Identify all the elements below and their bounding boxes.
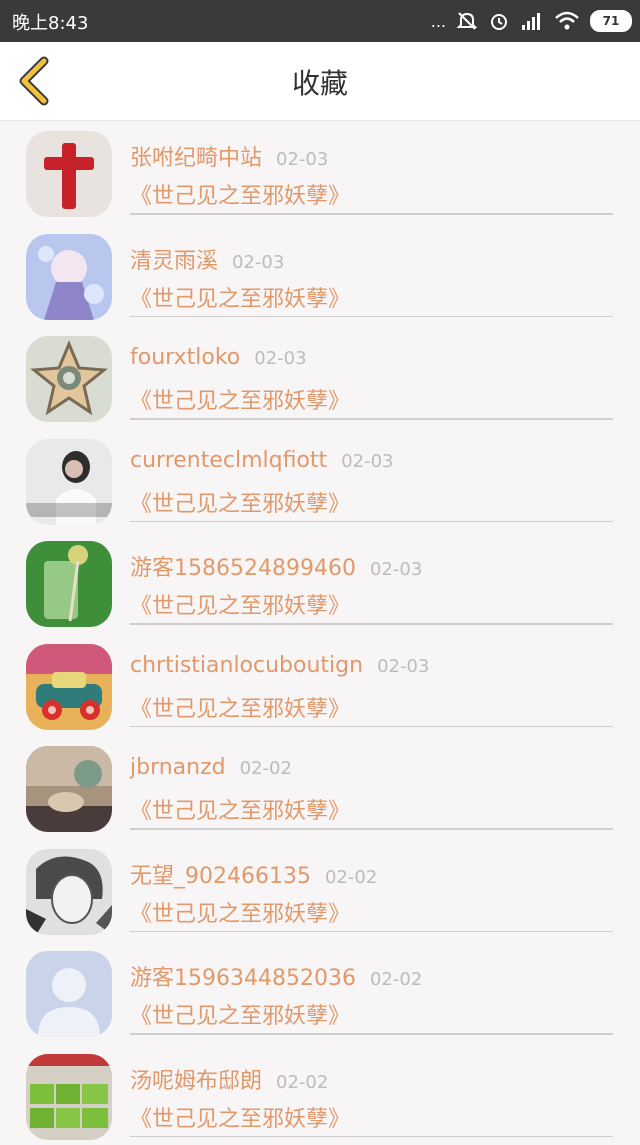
user-name: chrtistianlocuboutign02-03 xyxy=(130,653,429,678)
date: 02-03 xyxy=(377,656,429,677)
book-title: 《世己见之至邪妖孽》 xyxy=(130,178,350,210)
divider xyxy=(130,213,613,215)
user-name: 无望_90246613502-02 xyxy=(130,858,377,890)
list-item[interactable]: jbrnanzd02-02 《世己见之至邪妖孽》 xyxy=(0,735,640,838)
list-item[interactable]: currenteclmlqfiott02-03 《世己见之至邪妖孽》 xyxy=(0,428,640,531)
signal-icon xyxy=(520,10,544,32)
divider xyxy=(130,828,613,830)
divider xyxy=(130,418,613,420)
date: 02-02 xyxy=(240,758,292,779)
user-name: 张咐纪畸中站02-03 xyxy=(130,140,328,172)
status-bar: 晚上8:43 ... 71 xyxy=(0,0,640,42)
book-title: 《世己见之至邪妖孽》 xyxy=(130,281,350,313)
user-name: currenteclmlqfiott02-03 xyxy=(130,448,394,473)
battery-icon: 71 xyxy=(590,10,632,32)
avatar xyxy=(26,1054,112,1140)
avatar xyxy=(26,849,112,935)
date: 02-03 xyxy=(370,559,422,580)
book-title: 《世己见之至邪妖孽》 xyxy=(130,793,350,825)
divider xyxy=(130,726,613,728)
page-title: 收藏 xyxy=(0,62,640,102)
avatar xyxy=(26,644,112,730)
list-item[interactable]: 张咐纪畸中站02-03 《世己见之至邪妖孽》 xyxy=(0,120,640,223)
list-item[interactable]: chrtistianlocuboutign02-03 《世己见之至邪妖孽》 xyxy=(0,633,640,736)
list-item[interactable]: 游客158652489946002-03 《世己见之至邪妖孽》 xyxy=(0,530,640,633)
list-item[interactable]: fourxtloko02-03 《世己见之至邪妖孽》 xyxy=(0,325,640,428)
avatar xyxy=(26,541,112,627)
list-item[interactable]: 无望_90246613502-02 《世己见之至邪妖孽》 xyxy=(0,838,640,941)
status-time: 晚上8:43 xyxy=(12,9,88,35)
divider xyxy=(130,1033,613,1035)
book-title: 《世己见之至邪妖孽》 xyxy=(130,998,350,1030)
date: 02-02 xyxy=(325,867,377,888)
status-icons: ... 71 xyxy=(431,6,632,36)
book-title: 《世己见之至邪妖孽》 xyxy=(130,896,350,928)
book-title: 《世己见之至邪妖孽》 xyxy=(130,691,350,723)
divider xyxy=(130,931,613,933)
list-item[interactable]: 清灵雨溪02-03 《世己见之至邪妖孽》 xyxy=(0,223,640,326)
date: 02-02 xyxy=(276,1072,328,1093)
header: 收藏 xyxy=(0,42,640,121)
alarm-icon xyxy=(488,10,510,32)
favorites-list: 张咐纪畸中站02-03 《世己见之至邪妖孽》 清灵雨溪02-03 《世己见之至邪… xyxy=(0,120,640,1145)
wifi-icon xyxy=(554,10,580,32)
avatar xyxy=(26,951,112,1037)
user-name: jbrnanzd02-02 xyxy=(130,755,292,780)
list-item[interactable]: 游客159634485203602-02 《世己见之至邪妖孽》 xyxy=(0,940,640,1043)
date: 02-02 xyxy=(370,969,422,990)
avatar xyxy=(26,131,112,217)
avatar xyxy=(26,336,112,422)
user-name: 汤呢姆布邸朗02-02 xyxy=(130,1063,328,1095)
user-name: 游客158652489946002-03 xyxy=(130,550,422,582)
divider xyxy=(130,623,613,625)
user-name: 清灵雨溪02-03 xyxy=(130,243,284,275)
divider xyxy=(130,316,613,318)
divider xyxy=(130,1136,613,1138)
date: 02-03 xyxy=(341,451,393,472)
date: 02-03 xyxy=(276,149,328,170)
date: 02-03 xyxy=(232,252,284,273)
user-name: 游客159634485203602-02 xyxy=(130,960,422,992)
avatar xyxy=(26,234,112,320)
date: 02-03 xyxy=(254,348,306,369)
book-title: 《世己见之至邪妖孽》 xyxy=(130,383,350,415)
book-title: 《世己见之至邪妖孽》 xyxy=(130,486,350,518)
divider xyxy=(130,521,613,523)
more-dots-icon: ... xyxy=(431,12,446,31)
avatar xyxy=(26,746,112,832)
list-item[interactable]: 汤呢姆布邸朗02-02 《世己见之至邪妖孽》 xyxy=(0,1043,640,1145)
book-title: 《世己见之至邪妖孽》 xyxy=(130,588,350,620)
user-name: fourxtloko02-03 xyxy=(130,345,307,370)
book-title: 《世己见之至邪妖孽》 xyxy=(130,1101,350,1133)
mute-icon xyxy=(456,10,478,32)
avatar xyxy=(26,439,112,525)
